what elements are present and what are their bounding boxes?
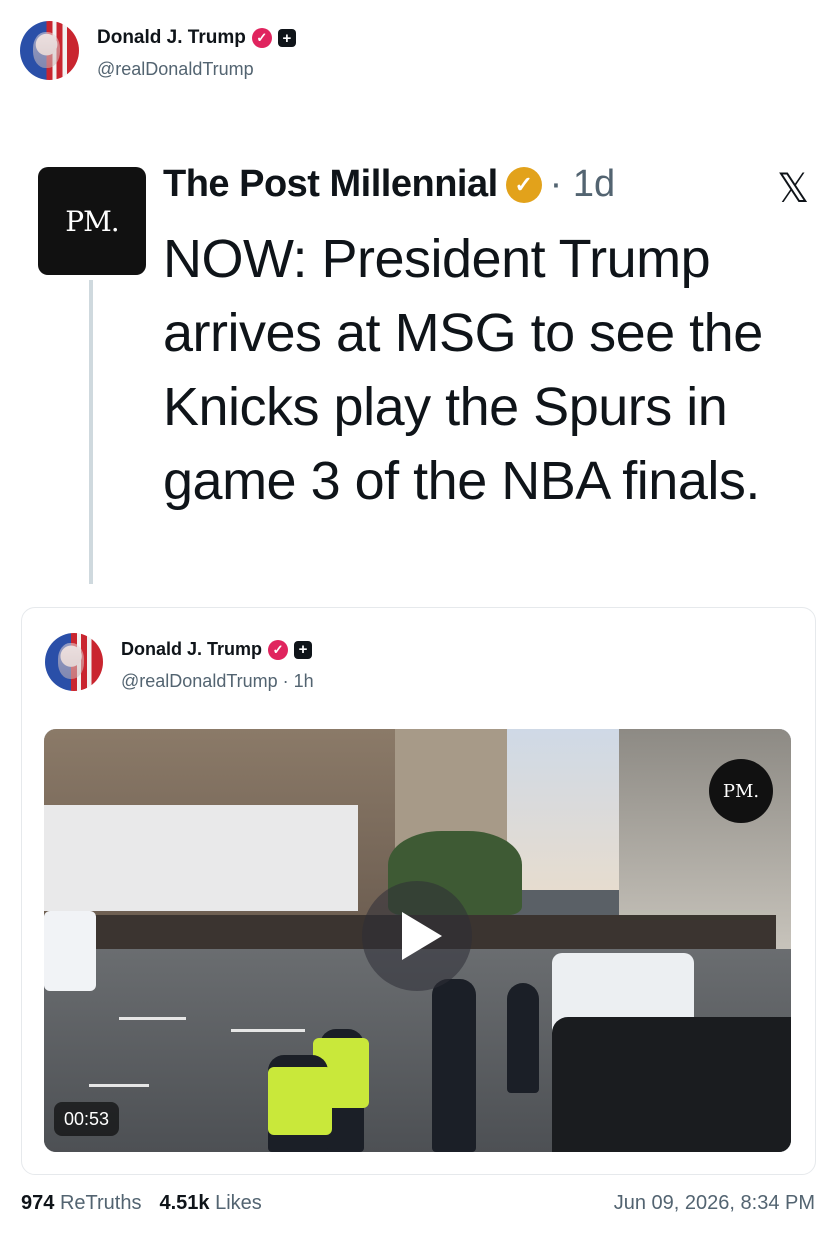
road-stripe	[118, 1016, 186, 1020]
quoted-author-meta[interactable]: @realDonaldTrump · 1h	[121, 671, 314, 692]
source-time: · 1d	[549, 163, 616, 205]
road-stripe	[88, 1084, 149, 1088]
quoted-author-row: Donald J. Trump ✓ +	[121, 639, 313, 660]
avatar[interactable]	[20, 21, 79, 80]
play-icon[interactable]	[362, 881, 472, 991]
verified-check-icon: ✓	[268, 639, 289, 660]
gold-verified-icon: ✓	[505, 166, 542, 203]
author-row: Donald J. Trump ✓ +	[97, 27, 296, 49]
video-storefront	[44, 805, 358, 911]
road-stripe	[230, 1029, 306, 1033]
quoted-avatar[interactable]	[45, 633, 103, 691]
author-handle[interactable]: @realDonaldTrump	[97, 59, 254, 80]
thread-line	[89, 280, 93, 584]
video-officer-vest	[268, 1067, 333, 1136]
likes-link[interactable]: 4.51k Likes	[159, 1192, 261, 1215]
likes-count: 4.51k	[159, 1192, 210, 1214]
video-officer	[432, 978, 477, 1152]
video-pm-badge: PM.	[709, 759, 773, 823]
source-header: The Post Millennial ✓ · 1d	[163, 163, 615, 206]
post-stats: 974 ReTruths 4.51k Likes	[21, 1192, 262, 1215]
quoted-author-name[interactable]: Donald J. Trump	[121, 639, 262, 660]
video-officer	[507, 982, 540, 1093]
plus-badge-icon: +	[277, 29, 296, 47]
verified-check-icon: ✓	[251, 28, 272, 48]
x-logo-icon: 𝕏	[777, 166, 810, 212]
video-duration: 00:53	[54, 1102, 120, 1136]
video-police-van	[44, 910, 97, 992]
plus-badge-icon: +	[294, 640, 313, 659]
post-text: NOW: President Trump arrives at MSG to s…	[163, 229, 763, 511]
video-black-suv	[551, 1016, 791, 1152]
retruths-label: ReTruths	[59, 1192, 142, 1214]
likes-label: Likes	[215, 1192, 262, 1214]
retruths-count: 974	[21, 1192, 55, 1214]
author-name[interactable]: Donald J. Trump	[97, 27, 246, 49]
retruths-link[interactable]: 974 ReTruths	[21, 1192, 141, 1215]
source-logo: PM.	[38, 167, 146, 275]
play-triangle	[402, 912, 442, 960]
video-player[interactable]: PM. 00:53	[44, 729, 791, 1152]
source-name: The Post Millennial	[163, 163, 498, 205]
post-timestamp[interactable]: Jun 09, 2026, 8:34 PM	[614, 1192, 815, 1215]
